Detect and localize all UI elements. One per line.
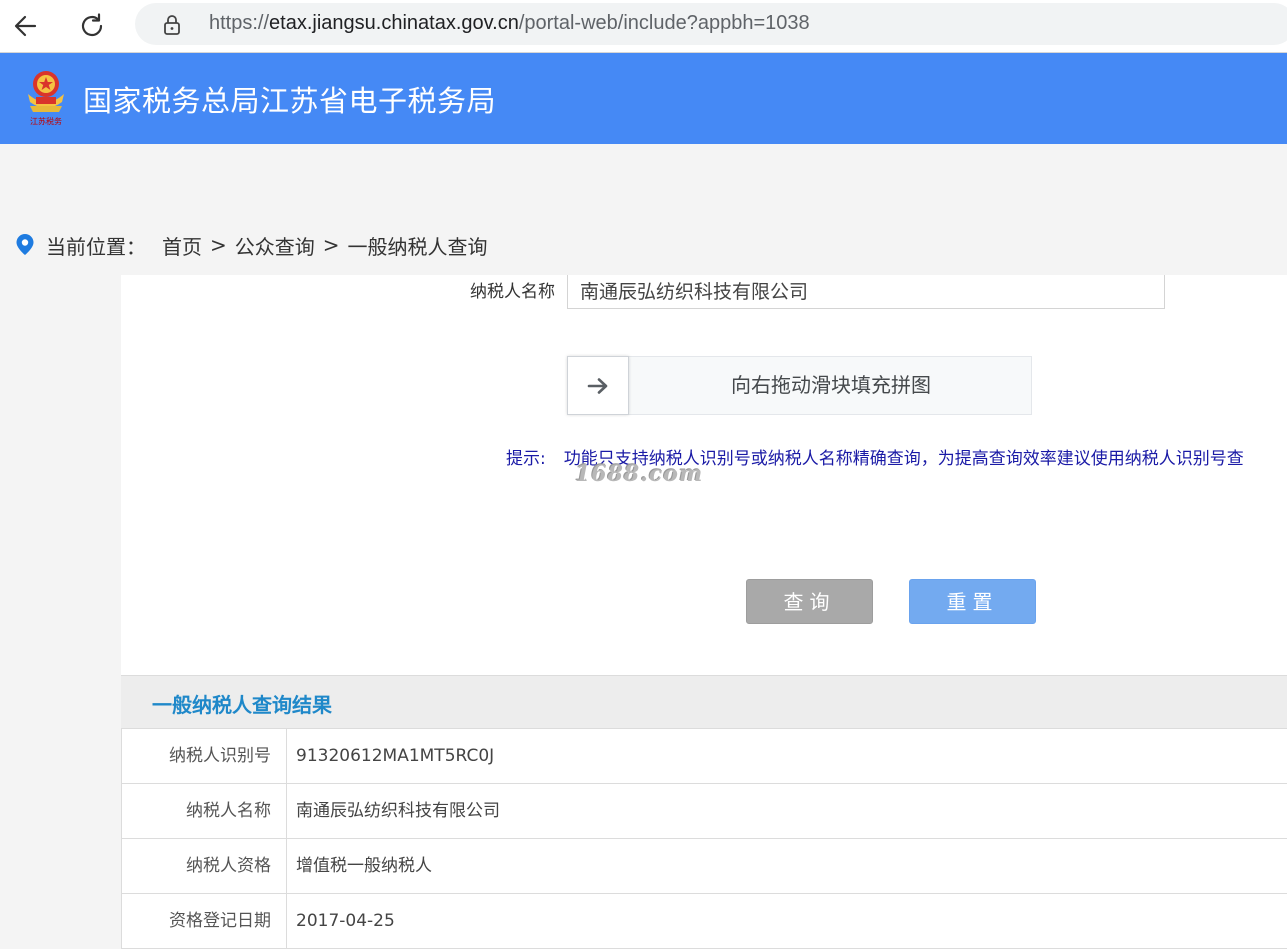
table-row: 资格登记日期 2017-04-25 — [121, 894, 1287, 949]
url-domain: etax.jiangsu.chinatax.gov.cn — [269, 12, 519, 34]
breadcrumb-separator: > — [322, 233, 340, 257]
table-row: 纳税人资格 增值税一般纳税人 — [121, 839, 1287, 894]
breadcrumb-label: 当前位置： — [46, 234, 146, 259]
hint-label: 提示: — [506, 449, 546, 469]
back-arrow-icon — [14, 15, 37, 37]
site-header: 江苏税务 国家税务总局江苏省电子税务局 — [0, 53, 1287, 144]
lock-icon — [164, 15, 180, 35]
results-table: 一般纳税人查询结果 纳税人识别号 91320612MA1MT5RC0J 纳税人名… — [121, 675, 1287, 949]
site-title: 国家税务总局江苏省电子税务局 — [83, 84, 497, 118]
row-label: 纳税人名称 — [121, 784, 287, 838]
browser-toolbar: https://etax.jiangsu.chinatax.gov.cn/por… — [0, 0, 1287, 53]
taxpayer-name-input[interactable]: 南通辰弘纺织科技有限公司 — [567, 275, 1165, 309]
slider-handle[interactable] — [567, 356, 629, 415]
tax-emblem-logo: 江苏税务 — [22, 66, 70, 128]
results-header: 一般纳税人查询结果 — [121, 675, 1287, 729]
breadcrumb: 当前位置： 首页 > 公众查询 > 一般纳税人查询 — [14, 230, 496, 260]
reload-button[interactable] — [74, 8, 110, 44]
row-value: 南通辰弘纺织科技有限公司 — [296, 801, 500, 821]
query-panel: 纳税人名称 南通辰弘纺织科技有限公司 向右拖动滑块填充拼图 提示: 功能只支持纳税… — [121, 275, 1287, 949]
row-label: 资格登记日期 — [121, 894, 287, 948]
reload-icon — [81, 13, 103, 37]
url-path: /portal-web/include?appbh=1038 — [518, 12, 810, 34]
location-pin-icon — [16, 234, 34, 255]
arrow-right-icon — [587, 377, 608, 394]
emblem-icon — [28, 71, 64, 112]
row-value: 2017-04-25 — [296, 911, 395, 931]
emblem-caption: 江苏税务 — [30, 117, 62, 126]
captcha-slider: 向右拖动滑块填充拼图 — [567, 356, 1032, 415]
breadcrumb-home-link[interactable]: 首页 — [162, 231, 202, 260]
row-value: 91320612MA1MT5RC0J — [296, 746, 495, 766]
row-label: 纳税人识别号 — [121, 729, 287, 783]
row-label: 纳税人资格 — [121, 839, 287, 893]
query-button[interactable]: 查询 — [746, 579, 873, 624]
url-text: https://etax.jiangsu.chinatax.gov.cn/por… — [209, 12, 810, 35]
breadcrumb-current: 一般纳税人查询 — [347, 234, 488, 259]
breadcrumb-public-query-link[interactable]: 公众查询 — [235, 231, 315, 260]
results-title: 一般纳税人查询结果 — [152, 693, 332, 717]
table-row: 纳税人识别号 91320612MA1MT5RC0J — [121, 729, 1287, 784]
slider-instruction: 向右拖动滑块填充拼图 — [731, 373, 931, 397]
table-row: 纳税人名称 南通辰弘纺织科技有限公司 — [121, 784, 1287, 839]
back-button[interactable] — [8, 8, 44, 44]
watermark: 1688.com — [575, 461, 704, 487]
url-prefix: https:// — [209, 12, 270, 34]
reset-button[interactable]: 重置 — [909, 579, 1036, 624]
taxpayer-name-label: 纳税人名称 — [470, 282, 555, 302]
address-bar[interactable]: https://etax.jiangsu.chinatax.gov.cn/por… — [135, 3, 1287, 45]
breadcrumb-separator: > — [210, 233, 227, 257]
row-value: 增值税一般纳税人 — [296, 856, 432, 876]
